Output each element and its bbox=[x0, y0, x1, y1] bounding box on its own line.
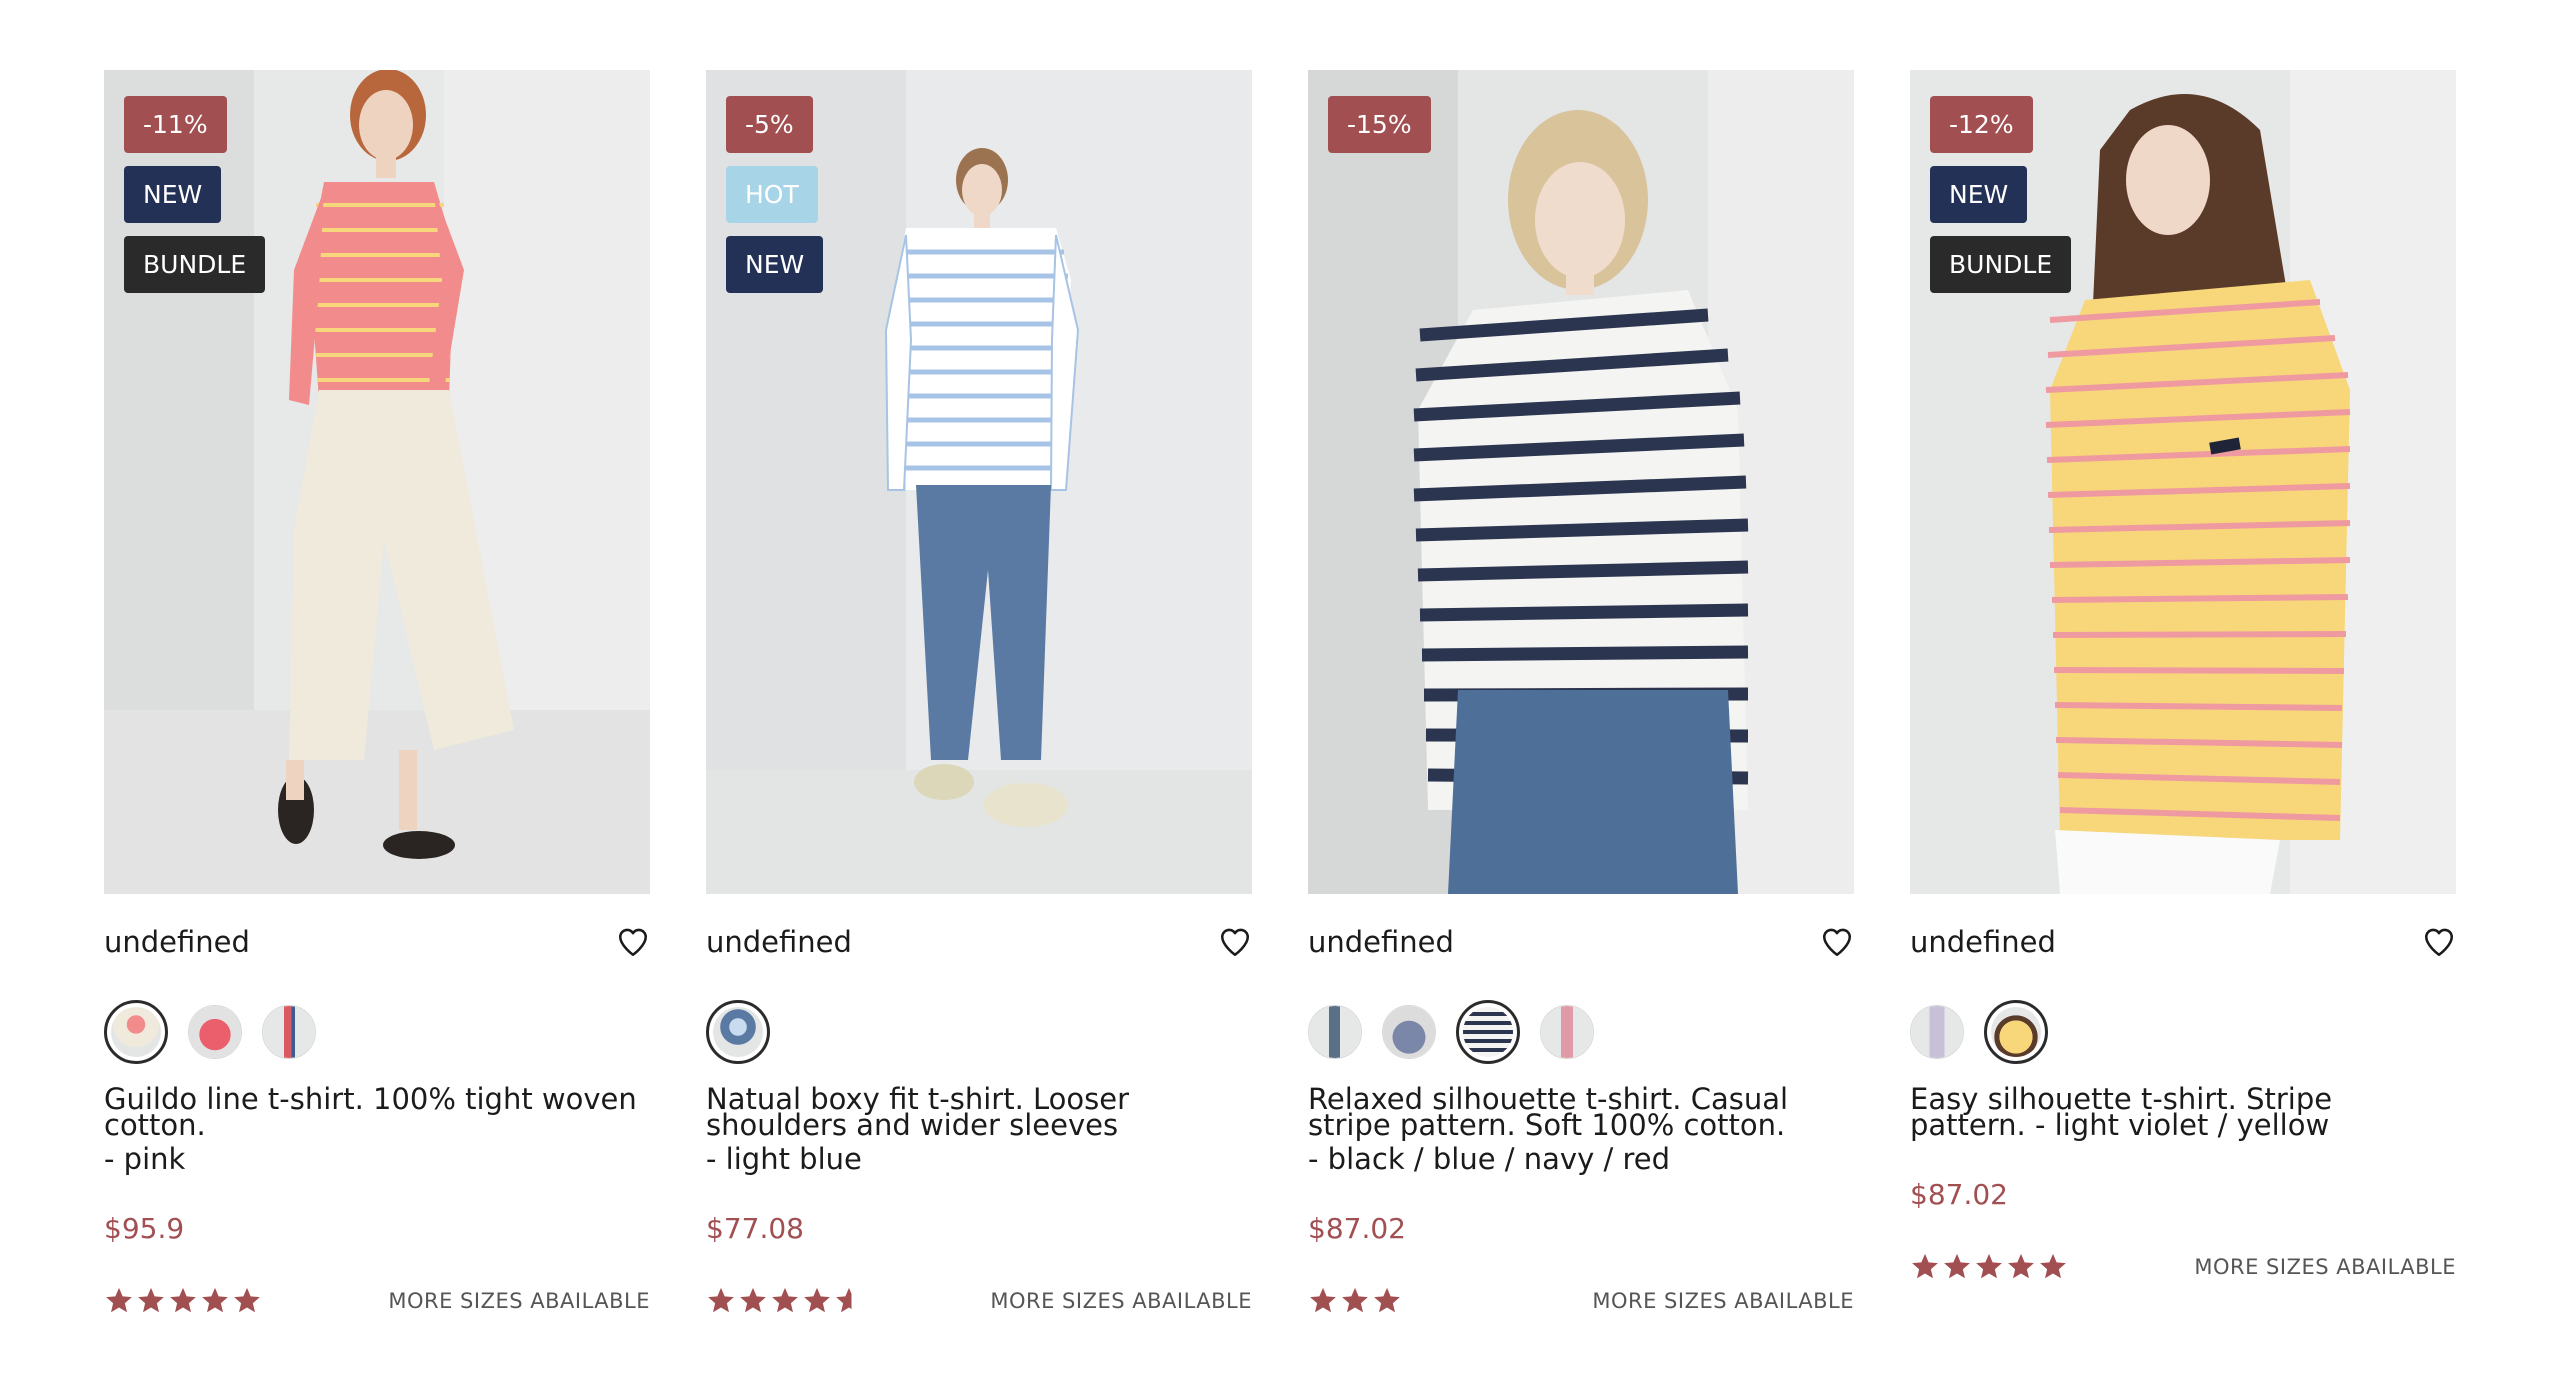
color-swatches bbox=[104, 1000, 650, 1064]
product-card[interactable]: -15% undefined Relaxed silhouette t-shir… bbox=[1308, 70, 1854, 1319]
description-text: Relaxed silhouette t-shirt. Casual strip… bbox=[1308, 1082, 1789, 1142]
star-icon bbox=[234, 1287, 260, 1313]
heart-icon[interactable] bbox=[1820, 925, 1854, 959]
title-row: undefined bbox=[104, 918, 650, 966]
new-badge: NEW bbox=[726, 236, 824, 293]
variant-text: - pink bbox=[104, 1142, 186, 1176]
badge-list: -15% bbox=[1328, 96, 1431, 153]
product-price: $95.9 bbox=[104, 1212, 185, 1245]
product-card[interactable]: -5% HOT NEW undefined Natual boxy fit t-… bbox=[706, 70, 1252, 1319]
star-rating bbox=[104, 1286, 262, 1316]
product-grid: -11% NEW BUNDLE undefined Guildo line t-… bbox=[104, 70, 2464, 1319]
color-swatch[interactable] bbox=[1382, 1005, 1436, 1059]
star-rating bbox=[1910, 1252, 2068, 1282]
star-icon bbox=[1944, 1253, 1970, 1279]
product-price: $77.08 bbox=[706, 1212, 804, 1245]
hot-badge: HOT bbox=[726, 166, 818, 223]
discount-badge: -12% bbox=[1930, 96, 2033, 153]
star-icon bbox=[138, 1287, 164, 1313]
color-swatch[interactable] bbox=[1540, 1005, 1594, 1059]
star-icon bbox=[1342, 1287, 1368, 1313]
product-description: Easy silhouette t-shirt. Stripe pattern.… bbox=[1910, 1085, 2456, 1140]
rating-row: MORE SIZES ABAILABLE bbox=[1910, 1249, 2456, 1285]
star-icon bbox=[1912, 1253, 1938, 1279]
title-row: undefined bbox=[1910, 918, 2456, 966]
product-description: Natual boxy fit t-shirt. Looser shoulder… bbox=[706, 1085, 1252, 1176]
discount-badge: -11% bbox=[124, 96, 227, 153]
star-icon bbox=[2008, 1253, 2034, 1279]
title-row: undefined bbox=[706, 918, 1252, 966]
product-title[interactable]: undefined bbox=[1308, 925, 1454, 959]
new-badge: NEW bbox=[1930, 166, 2028, 223]
star-icon bbox=[1976, 1253, 2002, 1279]
color-swatches bbox=[1910, 1000, 2456, 1064]
badge-list: -11% NEW BUNDLE bbox=[124, 96, 266, 293]
product-price: $87.02 bbox=[1308, 1212, 1406, 1245]
star-icon bbox=[740, 1287, 766, 1313]
star-rating bbox=[706, 1286, 864, 1316]
color-swatch[interactable] bbox=[262, 1005, 316, 1059]
product-title[interactable]: undefined bbox=[706, 925, 852, 959]
color-swatch[interactable] bbox=[1308, 1005, 1362, 1059]
product-description: Guildo line t-shirt. 100% tight woven co… bbox=[104, 1085, 650, 1176]
rating-row: MORE SIZES ABAILABLE bbox=[1308, 1283, 1854, 1319]
rating-row: MORE SIZES ABAILABLE bbox=[706, 1283, 1252, 1319]
product-photo bbox=[1308, 70, 1854, 894]
more-sizes-link[interactable]: MORE SIZES ABAILABLE bbox=[2194, 1255, 2456, 1279]
star-icon bbox=[106, 1287, 132, 1313]
heart-icon[interactable] bbox=[1218, 925, 1252, 959]
product-card[interactable]: -11% NEW BUNDLE undefined Guildo line t-… bbox=[104, 70, 650, 1319]
color-swatch[interactable] bbox=[1984, 1000, 2048, 1064]
description-text: Guildo line t-shirt. 100% tight woven co… bbox=[104, 1082, 637, 1142]
color-swatch[interactable] bbox=[104, 1000, 168, 1064]
star-rating bbox=[1308, 1286, 1402, 1316]
heart-icon[interactable] bbox=[616, 925, 650, 959]
description-text: Easy silhouette t-shirt. Stripe pattern.… bbox=[1910, 1082, 2333, 1142]
product-carousel: -11% NEW BUNDLE undefined Guildo line t-… bbox=[0, 0, 2552, 1376]
star-icon bbox=[804, 1287, 830, 1313]
badge-list: -12% NEW BUNDLE bbox=[1930, 96, 2072, 293]
star-icon bbox=[170, 1287, 196, 1313]
variant-text: - light blue bbox=[706, 1142, 862, 1176]
new-badge: NEW bbox=[124, 166, 222, 223]
variant-text: - black / blue / navy / red bbox=[1308, 1142, 1670, 1176]
color-swatch[interactable] bbox=[188, 1005, 242, 1059]
discount-badge: -15% bbox=[1328, 96, 1431, 153]
product-price: $87.02 bbox=[1910, 1178, 2008, 1211]
color-swatch[interactable] bbox=[706, 1000, 770, 1064]
more-sizes-link[interactable]: MORE SIZES ABAILABLE bbox=[990, 1289, 1252, 1313]
color-swatches bbox=[706, 1000, 1252, 1064]
rating-row: MORE SIZES ABAILABLE bbox=[104, 1283, 650, 1319]
bundle-badge: BUNDLE bbox=[1930, 236, 2072, 293]
color-swatches bbox=[1308, 1000, 1854, 1064]
half-star-icon bbox=[836, 1287, 852, 1313]
more-sizes-link[interactable]: MORE SIZES ABAILABLE bbox=[1592, 1289, 1854, 1313]
star-icon bbox=[1374, 1287, 1400, 1313]
star-icon bbox=[708, 1287, 734, 1313]
heart-icon[interactable] bbox=[2422, 925, 2456, 959]
star-icon bbox=[1310, 1287, 1336, 1313]
product-card[interactable]: -12% NEW BUNDLE undefined Easy silhouett… bbox=[1910, 70, 2456, 1319]
badge-list: -5% HOT NEW bbox=[726, 96, 824, 293]
product-description: Relaxed silhouette t-shirt. Casual strip… bbox=[1308, 1085, 1854, 1176]
color-swatch[interactable] bbox=[1456, 1000, 1520, 1064]
color-swatch[interactable] bbox=[1910, 1005, 1964, 1059]
product-title[interactable]: undefined bbox=[1910, 925, 2056, 959]
product-image[interactable]: -5% HOT NEW bbox=[706, 70, 1252, 894]
discount-badge: -5% bbox=[726, 96, 813, 153]
title-row: undefined bbox=[1308, 918, 1854, 966]
product-title[interactable]: undefined bbox=[104, 925, 250, 959]
star-icon bbox=[202, 1287, 228, 1313]
star-icon bbox=[2040, 1253, 2066, 1279]
bundle-badge: BUNDLE bbox=[124, 236, 266, 293]
description-text: Natual boxy fit t-shirt. Looser shoulder… bbox=[706, 1082, 1130, 1142]
product-image[interactable]: -15% bbox=[1308, 70, 1854, 894]
more-sizes-link[interactable]: MORE SIZES ABAILABLE bbox=[388, 1289, 650, 1313]
product-image[interactable]: -11% NEW BUNDLE bbox=[104, 70, 650, 894]
product-image[interactable]: -12% NEW BUNDLE bbox=[1910, 70, 2456, 894]
star-icon bbox=[772, 1287, 798, 1313]
